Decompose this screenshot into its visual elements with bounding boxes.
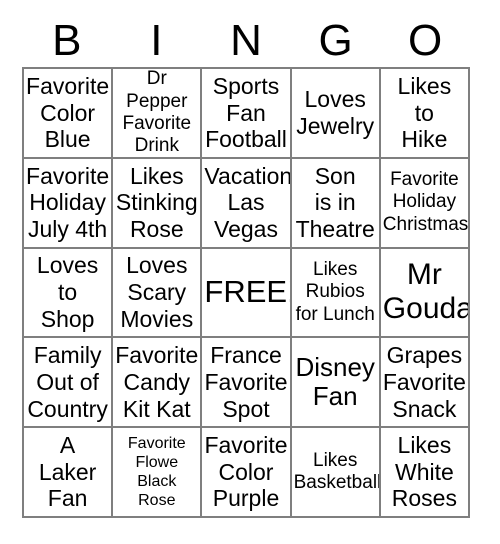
bingo-cell-label: France Favorite Spot — [204, 342, 288, 422]
bingo-cell[interactable]: Loves Scary Movies — [113, 248, 203, 339]
bingo-cell[interactable]: Favorite Candy Kit Kat — [113, 338, 203, 429]
bingo-cell[interactable]: Likes Rubios for Lunch — [291, 248, 381, 339]
bingo-cell-label: Loves Scary Movies — [120, 252, 194, 332]
bingo-card: B I N G O Favorite Color Blue Dr Pepper F… — [0, 0, 500, 544]
bingo-cell-label: Dr Pepper Favorite Drink — [122, 69, 192, 157]
bingo-cell-free[interactable]: FREE! — [202, 248, 292, 339]
bingo-cell[interactable]: Sports Fan Football — [202, 69, 292, 159]
bingo-cell[interactable]: Mr Gouda — [380, 248, 470, 339]
bingo-cell-label: Vacation Las Vegas — [204, 162, 292, 243]
bingo-cell-label: Favorite Holiday July 4th — [26, 162, 110, 243]
bingo-cell[interactable]: Likes to Hike — [380, 69, 470, 159]
bingo-cell[interactable]: Likes White Roses — [380, 428, 470, 518]
bingo-cell-label: Likes Stinking Rose — [115, 162, 198, 243]
bingo-cell[interactable]: Family Out of Country — [24, 338, 114, 429]
bingo-cell-label: Grapes Favorite Snack — [382, 342, 466, 422]
bingo-cell-label: Favorite Flowe Black Rose — [127, 434, 186, 510]
bingo-cell[interactable]: Loves Jewelry — [291, 69, 381, 159]
bingo-cell[interactable]: Favorite Flowe Black Rose — [113, 428, 203, 518]
bingo-cell[interactable]: Dr Pepper Favorite Drink — [113, 69, 203, 159]
header-letter-o: O — [408, 15, 443, 65]
bingo-cell-label: FREE! — [204, 274, 292, 310]
bingo-cell-label: Likes to Hike — [397, 72, 452, 153]
bingo-cell[interactable]: Favorite Color Blue — [24, 69, 114, 159]
bingo-cell-label: Likes Rubios for Lunch — [295, 258, 375, 325]
bingo-cell-label: Favorite Candy Kit Kat — [115, 342, 199, 422]
header-letter-n: N — [230, 15, 262, 65]
bingo-cell-label: Sports Fan Football — [205, 72, 287, 153]
bingo-cell-label: Likes Basketball — [293, 449, 381, 494]
bingo-cell[interactable]: Disney Fan — [291, 338, 381, 429]
header-letter-g: G — [318, 15, 353, 65]
bingo-cell[interactable]: Vacation Las Vegas — [202, 158, 292, 249]
bingo-cell-label: Son is in Theatre — [295, 162, 375, 243]
bingo-cell-label: Disney Fan — [295, 351, 375, 412]
bingo-cell[interactable]: Favorite Holiday Christmas — [380, 158, 470, 249]
bingo-cell[interactable]: Son is in Theatre — [291, 158, 381, 249]
bingo-cell[interactable]: Favorite Holiday July 4th — [24, 158, 114, 249]
bingo-cell[interactable]: Loves to Shop — [24, 248, 114, 339]
bingo-cell[interactable]: A Laker Fan — [24, 428, 114, 518]
bingo-grid: Favorite Color Blue Dr Pepper Favorite Dr… — [22, 67, 470, 518]
bingo-cell-label: Likes White Roses — [391, 432, 457, 512]
bingo-cell-label: Mr Gouda — [382, 258, 470, 326]
header-letter-b: B — [52, 15, 82, 65]
bingo-cell[interactable]: Grapes Favorite Snack — [380, 338, 470, 429]
bingo-cell-label: A Laker Fan — [38, 432, 97, 512]
bingo-cell-label: Loves Jewelry — [296, 86, 375, 139]
bingo-header-letters: B I N G O — [22, 14, 470, 67]
header-letter-i: I — [150, 15, 163, 65]
bingo-cell[interactable]: Likes Stinking Rose — [113, 158, 203, 249]
bingo-cell-label: Favorite Color Purple — [204, 432, 288, 512]
bingo-cell[interactable]: France Favorite Spot — [202, 338, 292, 429]
bingo-cell-label: Favorite Color Blue — [26, 72, 110, 153]
bingo-cell[interactable]: Likes Basketball — [291, 428, 381, 518]
bingo-cell[interactable]: Favorite Color Purple — [202, 428, 292, 518]
bingo-cell-label: Loves to Shop — [36, 252, 99, 332]
bingo-cell-label: Favorite Holiday Christmas — [382, 169, 469, 235]
bingo-cell-label: Family Out of Country — [27, 342, 108, 422]
